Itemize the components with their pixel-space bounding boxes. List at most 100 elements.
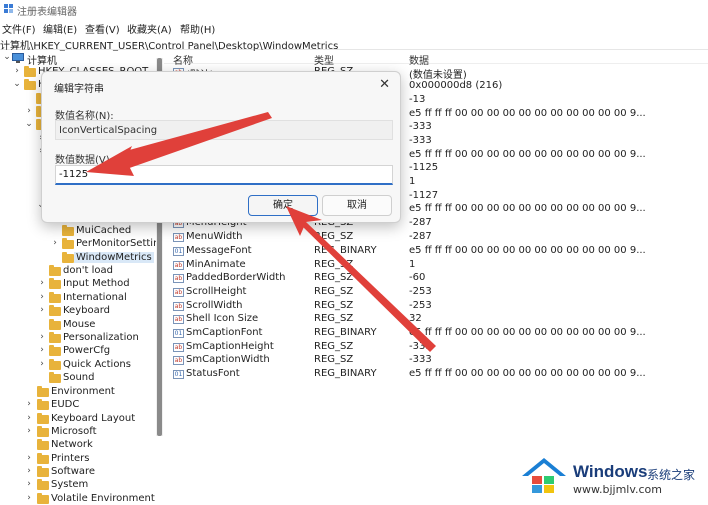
tree-item-muicached[interactable]: MuiCached [0,225,158,238]
chevron-right-icon[interactable]: › [37,305,47,315]
tree-item-network[interactable]: Network [0,439,158,452]
value-type: REG_SZ [314,341,354,352]
tree-item-hidden[interactable]: › [0,146,43,159]
tree-item-computer[interactable]: ⌄ 计算机 [0,52,158,67]
tree-item-powercfg[interactable]: › PowerCfg [0,345,158,358]
table-row[interactable]: ab Shell Icon Size REG_SZ 32 [164,313,708,327]
value-data: -333 [409,135,432,146]
value-name: StatusFont [186,368,240,379]
tree-item-system[interactable]: › System [0,479,158,492]
binary-value-icon: 01 [173,329,184,338]
binary-value-icon: 01 [173,370,184,379]
column-name[interactable]: 名称 [173,52,193,67]
chevron-right-icon[interactable]: › [24,493,34,503]
tree-item-eudc[interactable]: › EUDC [0,399,158,412]
table-row[interactable]: ab MinAnimate REG_SZ 1 [164,259,708,273]
table-row[interactable]: 01 StatusFont REG_BINARY e5 ff ff ff 00 … [164,368,708,382]
tree-label: Mouse [63,319,96,330]
value-type: REG_BINARY [314,368,377,379]
chevron-right-icon[interactable]: › [24,413,34,423]
value-data-input[interactable]: -1125 [55,165,393,185]
table-row[interactable]: ab PaddedBorderWidth REG_SZ -60 [164,272,708,286]
tree-item-dontload[interactable]: don't load [0,265,158,278]
chevron-right-icon[interactable]: › [24,106,34,116]
tree-item-volatileenvironment[interactable]: › Volatile Environment [0,493,158,505]
string-value-icon: ab [173,261,184,270]
tree-item-sound[interactable]: Sound [0,372,158,385]
value-name: ScrollHeight [186,286,247,297]
close-icon[interactable]: ✕ [379,77,390,92]
ok-button[interactable]: 确定 [248,195,318,216]
chevron-right-icon[interactable]: › [24,453,34,463]
string-value-icon: ab [173,343,184,352]
tree-item-international[interactable]: › International [0,292,158,305]
chevron-right-icon[interactable]: › [37,345,47,355]
table-row[interactable]: ab ScrollHeight REG_SZ -253 [164,286,708,300]
tree-label: MuiCached [76,225,132,236]
chevron-down-icon[interactable]: ⌄ [12,79,22,89]
table-row[interactable]: ab MenuWidth REG_SZ -287 [164,231,708,245]
tree-label: Keyboard [63,305,111,316]
chevron-right-icon[interactable]: › [24,466,34,476]
column-data[interactable]: 数据 [409,52,429,67]
tree-label: PowerCfg [63,345,111,356]
chevron-right-icon[interactable]: › [24,479,34,489]
tree-item-environment[interactable]: Environment [0,386,158,399]
chevron-down-icon[interactable]: ⌄ [24,119,34,129]
string-value-icon: ab [173,233,184,242]
tree-item-hidden[interactable]: ⌄ [0,200,45,213]
tree-item-personalization[interactable]: › Personalization [0,332,158,345]
tree-item-hidden[interactable]: › [0,106,48,119]
tree-item-software[interactable]: › Software [0,466,158,479]
tree-item-permonitorsettings[interactable]: › PerMonitorSettin [0,238,158,251]
tree-item-hidden[interactable] [0,93,48,106]
tree-label: Personalization [63,332,139,343]
menu-help[interactable]: 帮助(H) [180,21,215,36]
folder-icon [49,265,61,276]
table-row[interactable]: 01 SmCaptionFont REG_BINARY e5 ff ff ff … [164,327,708,341]
menu-view[interactable]: 查看(V) [85,21,120,36]
chevron-right-icon[interactable]: › [12,66,22,76]
value-data: -333 [409,341,432,352]
table-row[interactable]: ab SmCaptionWidth REG_SZ -333 [164,354,708,368]
tree-item-keyboard[interactable]: › Keyboard [0,305,158,318]
chevron-right-icon[interactable]: › [24,399,34,409]
watermark: Windows 系统之家 www.bjjmlv.com [518,452,708,502]
value-data: -333 [409,354,432,365]
table-row[interactable]: ab SmCaptionHeight REG_SZ -333 [164,341,708,355]
chevron-down-icon[interactable]: ⌄ [2,52,12,62]
menu-file[interactable]: 文件(F) [2,21,36,36]
chevron-right-icon[interactable]: › [24,426,34,436]
value-data: -287 [409,217,432,228]
tree-item-hidden[interactable]: › [0,133,43,146]
column-type[interactable]: 类型 [314,52,334,67]
tree-item-inputmethod[interactable]: › Input Method [0,278,158,291]
value-name-field: IconVerticalSpacing [55,120,393,140]
cancel-button[interactable]: 取消 [322,195,392,216]
tree-item-keyboardlayout[interactable]: › Keyboard Layout [0,413,158,426]
folder-icon [49,319,61,330]
chevron-right-icon[interactable]: › [37,278,47,288]
tree-label: PerMonitorSettin [76,238,158,249]
value-data: -287 [409,231,432,242]
tree-item-printers[interactable]: › Printers [0,453,158,466]
value-name: PaddedBorderWidth [186,272,286,283]
tree-item-hidden[interactable]: ⌄ [0,119,48,132]
chevron-right-icon[interactable]: › [37,332,47,342]
menu-favorites[interactable]: 收藏夹(A) [127,21,172,36]
tree-item-windowmetrics[interactable]: WindowMetrics [0,252,158,265]
address-bar[interactable]: 计算机\HKEY_CURRENT_USER\Control Panel\Desk… [0,36,708,52]
tree-item-microsoft[interactable]: › Microsoft [0,426,158,439]
chevron-right-icon[interactable]: › [50,238,60,248]
tree-item-mouse[interactable]: Mouse [0,319,158,332]
folder-icon [49,345,61,356]
tree-item-quickactions[interactable]: › Quick Actions [0,359,158,372]
table-row[interactable]: ab ScrollWidth REG_SZ -253 [164,300,708,314]
chevron-right-icon[interactable]: › [37,359,47,369]
tree-label: Environment [51,386,115,397]
chevron-right-icon[interactable]: › [37,292,47,302]
menu-edit[interactable]: 编辑(E) [43,21,77,36]
value-data: 1 [409,259,416,270]
value-name: MenuWidth [186,231,243,242]
table-row[interactable]: 01 MessageFont REG_BINARY e5 ff ff ff 00… [164,245,708,259]
